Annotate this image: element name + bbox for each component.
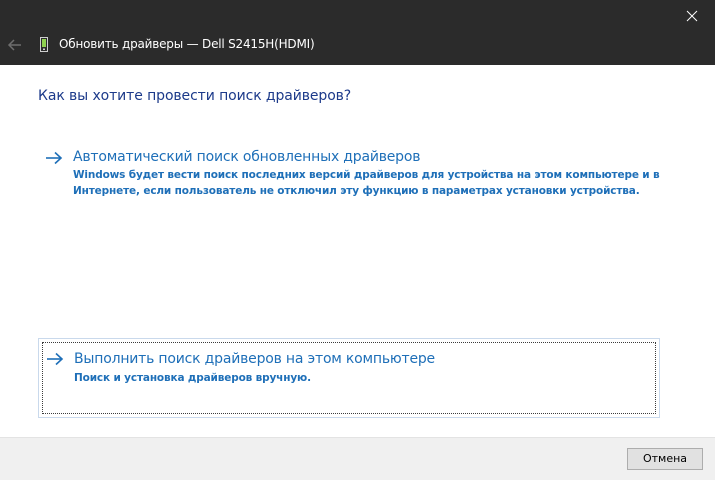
arrow-right-icon bbox=[47, 352, 64, 366]
arrow-right-icon bbox=[46, 151, 63, 165]
option-description-line: Поиск и установка драйверов вручную. bbox=[74, 372, 311, 384]
back-button[interactable] bbox=[4, 33, 26, 57]
option-description-line: Интернете, если пользователь не отключил… bbox=[73, 185, 640, 197]
cancel-button[interactable]: Отмена bbox=[627, 448, 703, 470]
option-description-line: Windows будет вести поиск последних верс… bbox=[73, 169, 660, 181]
browse-computer-option[interactable]: Выполнить поиск драйверов на этом компью… bbox=[38, 338, 660, 418]
monitor-device-icon bbox=[40, 37, 48, 52]
back-arrow-icon bbox=[7, 39, 21, 51]
option-title: Автоматический поиск обновленных драйвер… bbox=[73, 149, 421, 165]
window-title: Обновить драйверы — Dell S2415H(HDMI) bbox=[59, 37, 315, 51]
option-description: Поиск и установка драйверов вручную. bbox=[74, 370, 634, 386]
auto-search-option[interactable]: Автоматический поиск обновленных драйвер… bbox=[38, 140, 660, 210]
title-bar: Обновить драйверы — Dell S2415H(HDMI) bbox=[0, 0, 715, 65]
update-drivers-dialog: Обновить драйверы — Dell S2415H(HDMI) Ка… bbox=[0, 0, 715, 480]
close-icon bbox=[686, 10, 698, 22]
option-title: Выполнить поиск драйверов на этом компью… bbox=[74, 351, 435, 367]
page-heading: Как вы хотите провести поиск драйверов? bbox=[38, 88, 352, 104]
close-button[interactable] bbox=[669, 0, 715, 32]
dialog-footer: Отмена bbox=[0, 437, 715, 480]
option-description: Windows будет вести поиск последних верс… bbox=[73, 167, 660, 199]
